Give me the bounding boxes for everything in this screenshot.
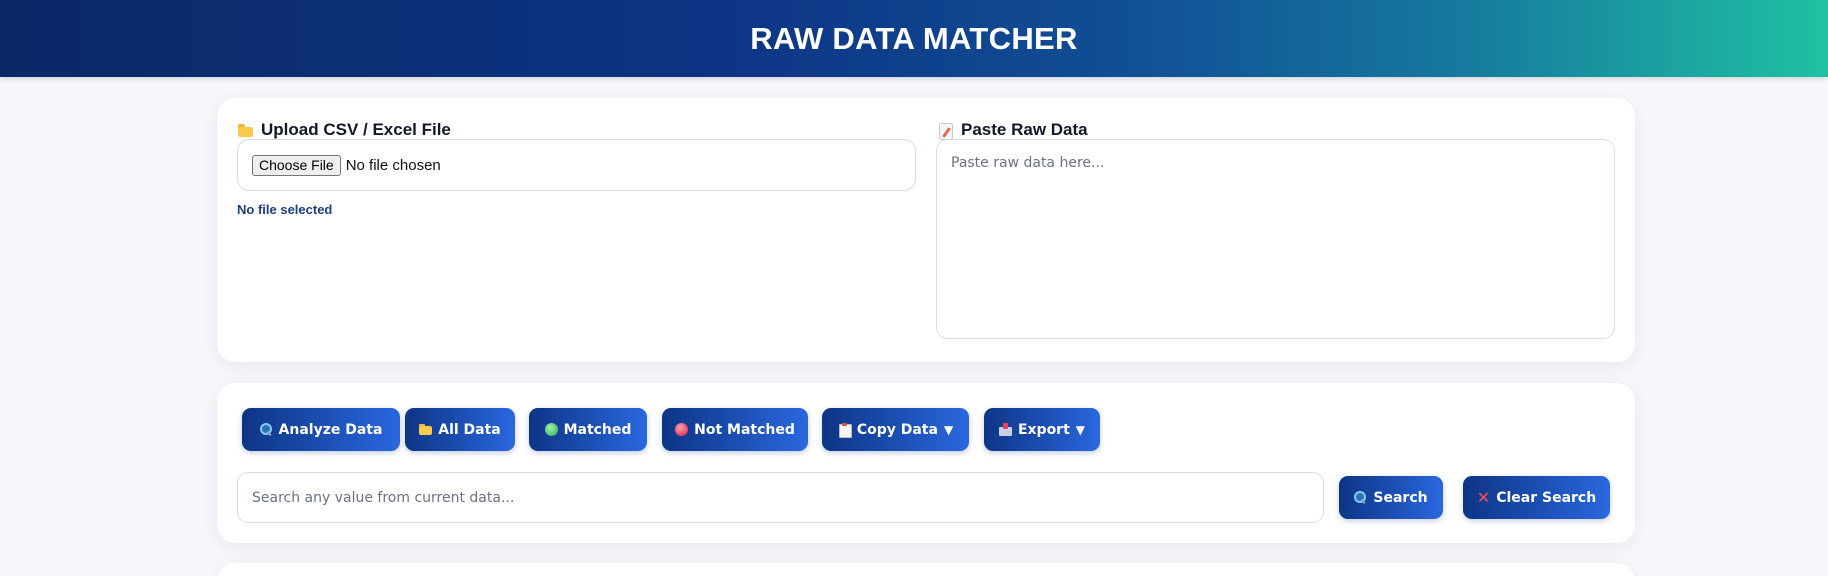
app-header: RAW DATA MATCHER — [0, 0, 1828, 77]
matched-button[interactable]: Matched — [529, 408, 647, 451]
green-circle-icon — [544, 423, 558, 436]
export-dropdown-button[interactable]: Export ▼ — [984, 408, 1100, 451]
file-chosen-text: No file chosen — [345, 156, 441, 174]
memo-icon — [937, 122, 954, 140]
folder-icon — [419, 423, 433, 436]
upload-section-title: Upload CSV / Excel File — [237, 120, 451, 140]
matched-label: Matched — [563, 421, 632, 438]
all-data-button[interactable]: All Data — [405, 408, 515, 451]
search-button[interactable]: Search — [1339, 476, 1443, 519]
choose-file-button[interactable]: Choose File — [252, 154, 341, 176]
results-card — [217, 563, 1635, 576]
clear-search-label: Clear Search — [1496, 489, 1597, 506]
cross-mark-icon: ✕ — [1476, 487, 1491, 507]
copy-data-label: Copy Data — [856, 421, 938, 438]
clipboard-icon — [838, 423, 852, 438]
clear-search-button[interactable]: ✕ Clear Search — [1463, 476, 1610, 519]
search-label: Search — [1373, 489, 1428, 506]
raw-data-textarea[interactable] — [936, 139, 1615, 339]
copy-data-dropdown-button[interactable]: Copy Data ▼ — [822, 408, 969, 451]
magnifier-icon — [259, 423, 273, 436]
all-data-label: All Data — [438, 421, 501, 438]
chevron-down-icon: ▼ — [943, 422, 954, 437]
folder-icon — [237, 122, 254, 139]
magnifier-icon — [1354, 491, 1367, 504]
search-input[interactable] — [237, 472, 1324, 523]
red-circle-icon — [675, 423, 689, 436]
paste-title-label: Paste Raw Data — [961, 120, 1088, 139]
app-title: RAW DATA MATCHER — [750, 20, 1078, 56]
file-input[interactable]: Choose File No file chosen — [237, 139, 916, 191]
analyze-data-label: Analyze Data — [278, 421, 383, 438]
file-status-text: No file selected — [237, 202, 333, 217]
export-label: Export — [1017, 421, 1070, 438]
not-matched-button[interactable]: Not Matched — [662, 408, 808, 451]
outbox-icon — [998, 423, 1012, 436]
chevron-down-icon: ▼ — [1075, 422, 1086, 437]
analyze-data-button[interactable]: Analyze Data — [242, 408, 400, 451]
upload-title-label: Upload CSV / Excel File — [261, 120, 451, 139]
not-matched-label: Not Matched — [694, 421, 795, 438]
paste-section-title: Paste Raw Data — [937, 120, 1088, 140]
